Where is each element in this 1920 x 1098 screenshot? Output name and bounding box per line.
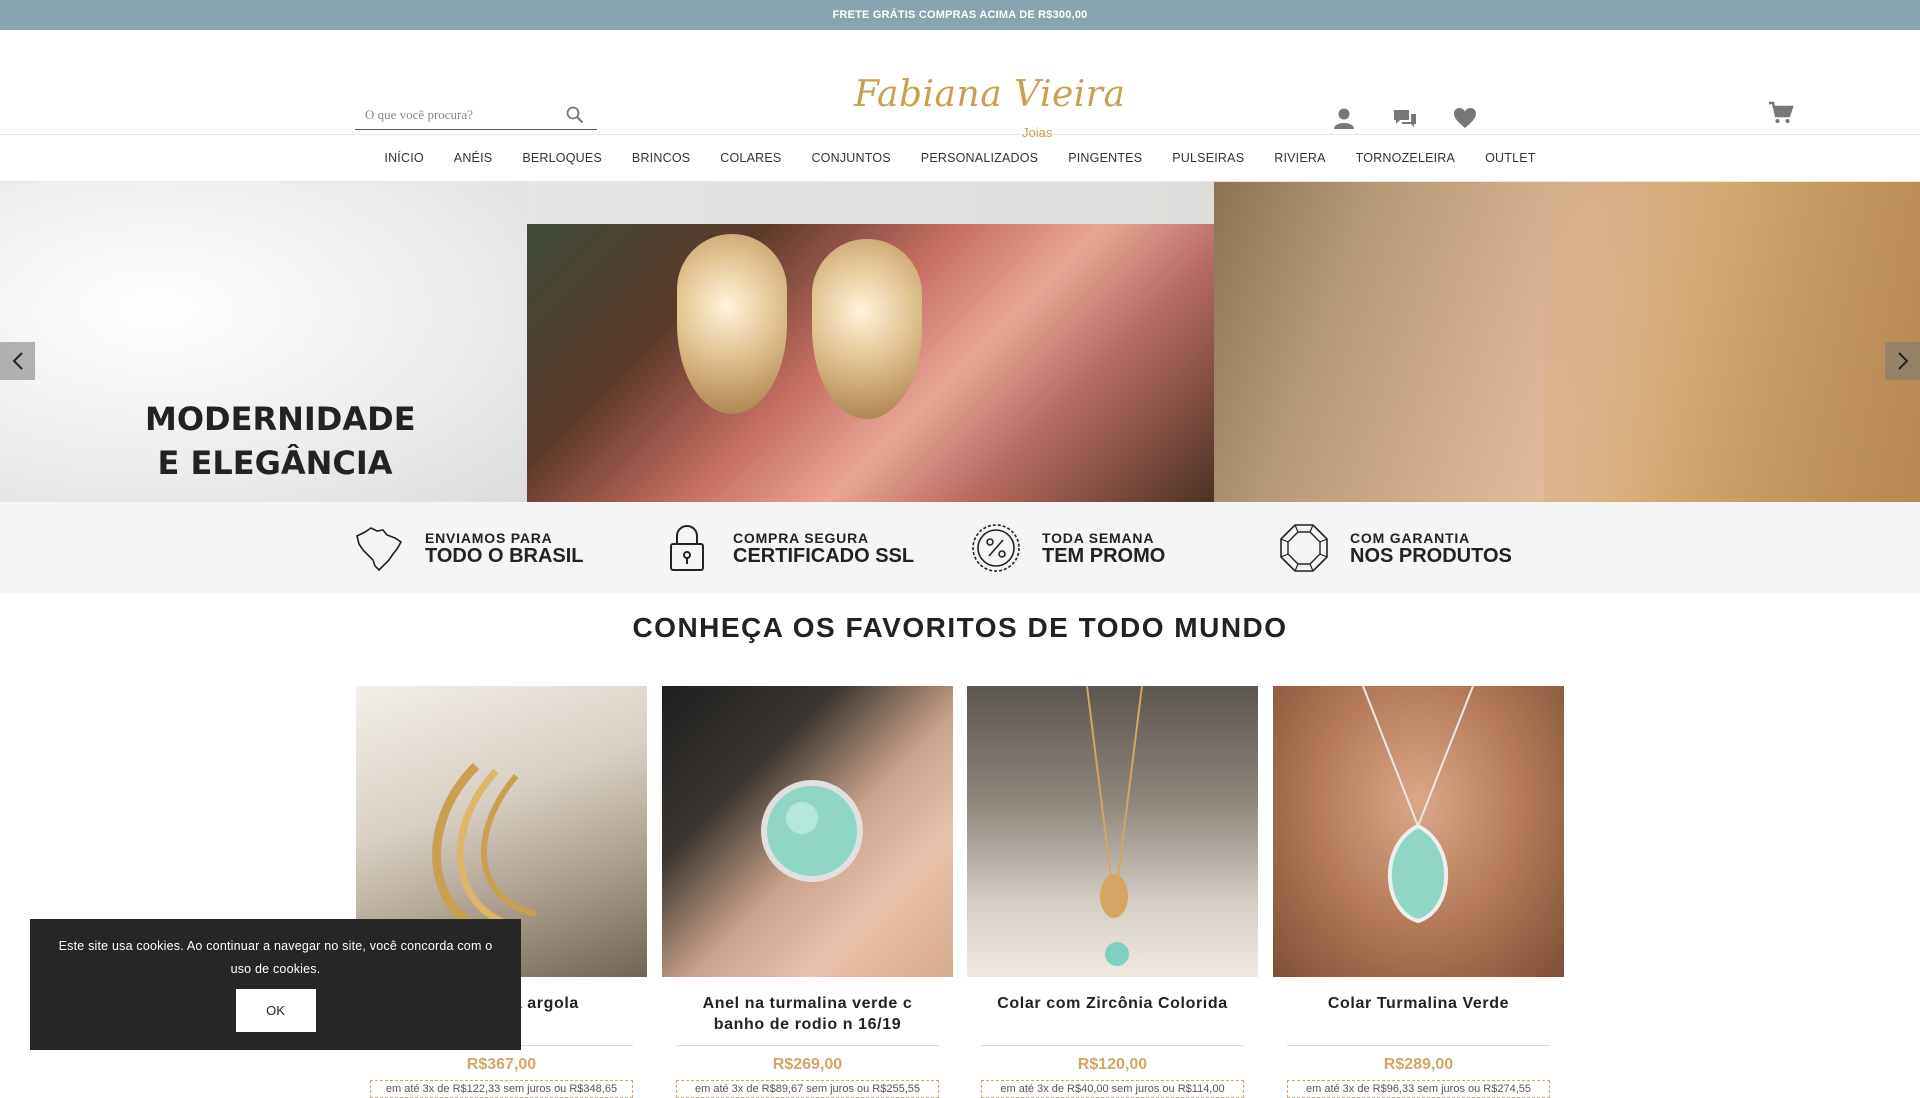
- product-divider: [981, 1045, 1244, 1046]
- benefit-security-small: COMPRA SEGURA: [733, 530, 869, 546]
- logo-subtitle: Joias: [1022, 125, 1053, 140]
- product-card[interactable]: Colar com Zircônia Colorida R$120,00 em …: [967, 685, 1258, 1098]
- hero-model-photo: [1214, 182, 1920, 502]
- benefit-warranty-small: COM GARANTIA: [1350, 530, 1471, 546]
- benefit-warranty: COM GARANTIA NOS PRODUTOS: [1278, 520, 1512, 576]
- benefit-promo-big: TEM PROMO: [1042, 545, 1166, 567]
- nav-item-aneis[interactable]: ANÉIS: [439, 151, 508, 165]
- product-price: R$269,00: [772, 1056, 843, 1073]
- diamond-icon: [1280, 524, 1328, 572]
- cookie-text: Este site usa cookies. Ao continuar a na…: [58, 939, 493, 976]
- nav-item-colares[interactable]: COLARES: [705, 151, 796, 165]
- product-price: R$289,00: [1383, 1056, 1454, 1073]
- cart-icon[interactable]: [1768, 100, 1794, 126]
- product-name[interactable]: Colar com Zircônia Colorida: [967, 993, 1258, 1037]
- user-icon[interactable]: [1331, 105, 1357, 131]
- search-icon[interactable]: [565, 105, 585, 125]
- product-installments: em até 3x de R$122,33 sem juros ou R$348…: [370, 1080, 633, 1098]
- chevron-left-icon: [12, 352, 23, 370]
- hero-banner[interactable]: MODERNIDADE E ELEGÂNCIA: [0, 182, 1920, 502]
- favorites-section-title: CONHEÇA OS FAVORITOS DE TODO MUNDO: [632, 612, 1288, 643]
- product-installments: em até 3x de R$96,33 sem juros ou R$274,…: [1287, 1080, 1550, 1098]
- pendant-illustration: [1362, 685, 1474, 924]
- benefit-security-big: CERTIFICADO SSL: [733, 545, 915, 567]
- nav-item-brincos[interactable]: BRINCOS: [617, 151, 705, 165]
- product-card[interactable]: Colar Turmalina Verde R$289,00 em até 3x…: [1273, 685, 1564, 1098]
- product-divider: [676, 1045, 939, 1046]
- chat-icon[interactable]: [1392, 105, 1418, 131]
- product-image[interactable]: [967, 685, 1258, 977]
- nav-item-personalizados[interactable]: PERSONALIZADOS: [906, 151, 1053, 165]
- carousel-prev-button[interactable]: [0, 342, 35, 380]
- hero-headline-line2: E ELEGÂNCIA: [157, 444, 393, 482]
- cookie-consent-banner: Este site usa cookies. Ao continuar a na…: [30, 919, 521, 1050]
- hero-earring-photo: [527, 224, 1214, 502]
- nav-item-riviera[interactable]: RIVIERA: [1259, 151, 1340, 165]
- nav-item-outlet[interactable]: OUTLET: [1470, 151, 1551, 165]
- benefit-promo: TODA SEMANA TEM PROMO: [970, 520, 1165, 576]
- product-price: R$367,00: [466, 1056, 537, 1073]
- nav-item-pingentes[interactable]: PINGENTES: [1053, 151, 1157, 165]
- site-header: Fabiana Vieira Joias: [0, 30, 1920, 140]
- product-image[interactable]: [1273, 685, 1564, 977]
- benefit-shipping-small: ENVIAMOS PARA: [425, 530, 553, 546]
- chevron-right-icon: [1897, 352, 1908, 370]
- product-name[interactable]: Colar Turmalina Verde: [1273, 993, 1564, 1037]
- carousel-next-button[interactable]: [1885, 342, 1920, 380]
- product-installments: em até 3x de R$89,67 sem juros ou R$255,…: [676, 1080, 939, 1098]
- cookie-ok-button[interactable]: OK: [235, 989, 316, 1032]
- lock-icon: [670, 525, 704, 571]
- nav-item-inicio[interactable]: INÍCIO: [369, 151, 438, 165]
- logo-script: Fabiana Vieira: [854, 74, 1126, 115]
- model-hair-image: [1544, 182, 1920, 502]
- product-divider: [1287, 1045, 1550, 1046]
- product-card[interactable]: Anel na turmalina verde c banho de rodio…: [662, 686, 953, 1098]
- benefit-promo-small: TODA SEMANA: [1042, 530, 1155, 546]
- necklace-illustration: [1086, 685, 1143, 966]
- percent-badge-icon: [972, 524, 1020, 572]
- product-name[interactable]: Anel na turmalina verde c banho de rodio…: [662, 993, 953, 1037]
- hero-headline-line1: MODERNIDADE: [145, 400, 416, 438]
- benefits-bar: ENVIAMOS PARA TODO O BRASIL COMPRA SEGUR…: [0, 502, 1920, 594]
- earring-right-image: [812, 239, 922, 419]
- heart-icon[interactable]: [1452, 105, 1478, 131]
- nav-item-conjuntos[interactable]: CONJUNTOS: [796, 151, 905, 165]
- free-shipping-banner: FRETE GRÁTIS COMPRAS ACIMA DE R$300,00: [0, 0, 1920, 30]
- benefit-warranty-big: NOS PRODUTOS: [1350, 545, 1512, 567]
- product-installments: em até 3x de R$40,00 sem juros ou R$114,…: [981, 1080, 1244, 1098]
- benefit-security: COMPRA SEGURA CERTIFICADO SSL: [661, 520, 914, 576]
- product-image[interactable]: [662, 686, 953, 977]
- search-input[interactable]: [355, 106, 555, 123]
- nav-item-tornozeleira[interactable]: TORNOZELEIRA: [1341, 151, 1470, 165]
- search-box: [355, 100, 597, 130]
- earring-left-image: [677, 234, 787, 414]
- benefit-shipping: ENVIAMOS PARA TODO O BRASIL: [353, 520, 584, 576]
- brazil-map-icon: [356, 527, 403, 572]
- product-price: R$120,00: [1077, 1056, 1148, 1073]
- brand-logo[interactable]: Fabiana Vieira Joias: [850, 74, 1125, 150]
- free-shipping-text: FRETE GRÁTIS COMPRAS ACIMA DE R$300,00: [832, 9, 1088, 21]
- hero-headline: MODERNIDADE E ELEGÂNCIA: [145, 397, 416, 485]
- benefit-shipping-big: TODO O BRASIL: [425, 545, 584, 567]
- ring-illustration: [761, 780, 863, 882]
- nav-item-pulseiras[interactable]: PULSEIRAS: [1157, 151, 1259, 165]
- nav-item-berloques[interactable]: BERLOQUES: [507, 151, 617, 165]
